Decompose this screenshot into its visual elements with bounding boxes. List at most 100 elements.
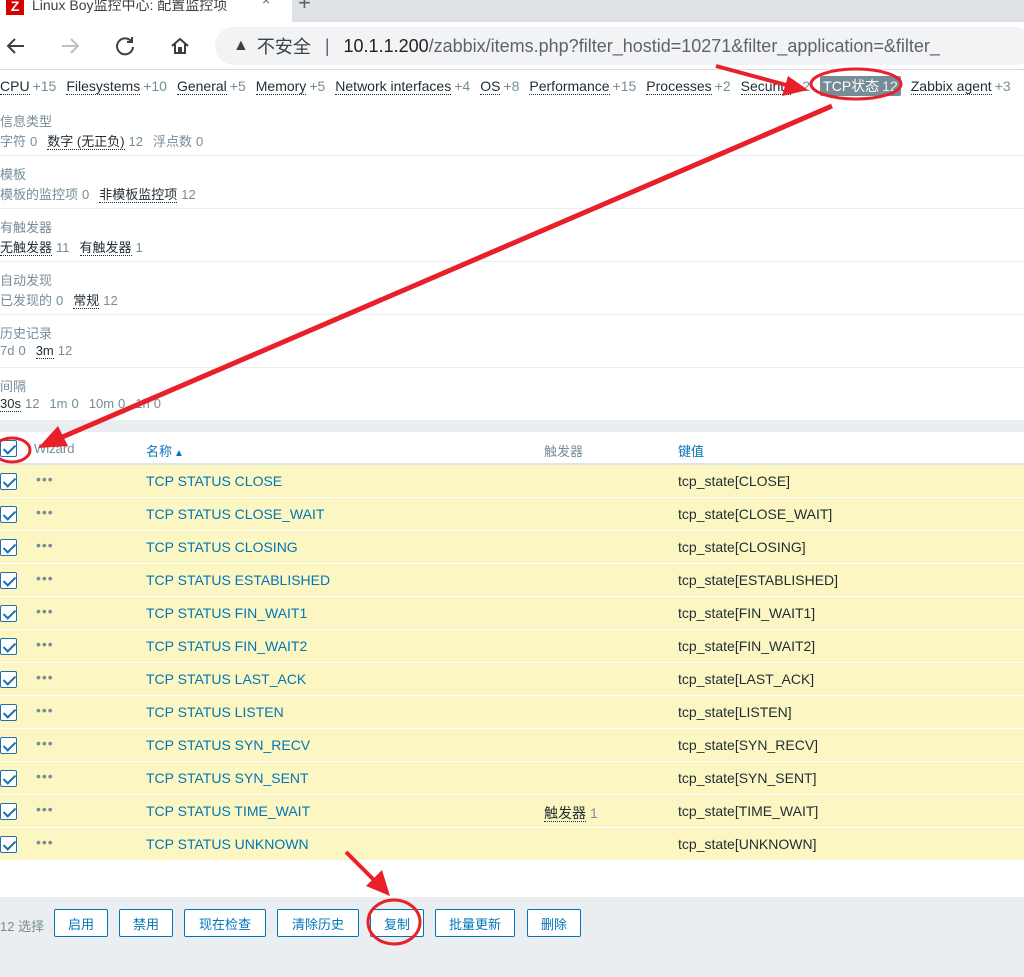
- header-name-sort[interactable]: 名称 ▲: [146, 441, 184, 460]
- filter-option[interactable]: 30s 12: [0, 396, 39, 412]
- filter-option[interactable]: 无触发器 11: [0, 237, 70, 256]
- filter-option[interactable]: 浮点数 0: [153, 131, 203, 150]
- item-name-link[interactable]: TCP STATUS CLOSING: [146, 539, 298, 555]
- trigger-link[interactable]: 触发器 1: [544, 803, 598, 823]
- row-checkbox[interactable]: [0, 539, 17, 556]
- tag-processes[interactable]: Processes +2: [646, 78, 731, 95]
- enable-button[interactable]: 启用: [54, 909, 108, 937]
- row-menu-icon[interactable]: •••: [36, 537, 54, 553]
- row-checkbox[interactable]: [0, 506, 17, 523]
- back-arrow-icon[interactable]: [2, 32, 30, 60]
- browser-tab[interactable]: Z Linux Boy监控中心: 配置监控项 ×: [0, 0, 292, 22]
- row-menu-icon[interactable]: •••: [36, 702, 54, 718]
- row-checkbox[interactable]: [0, 836, 17, 853]
- copy-button[interactable]: 复制: [370, 909, 424, 937]
- item-key: tcp_state[SYN_SENT]: [678, 770, 817, 786]
- tag-os[interactable]: OS +8: [480, 78, 519, 95]
- filter-option[interactable]: 模板的监控项 0: [0, 184, 89, 203]
- item-name-link[interactable]: TCP STATUS CLOSE: [146, 473, 282, 489]
- row-checkbox[interactable]: [0, 473, 17, 490]
- not-secure-label[interactable]: 不安全: [257, 33, 311, 59]
- row-checkbox[interactable]: [0, 803, 17, 820]
- filter-group-has-triggers: 有触发器 无触发器 11 有触发器 1: [0, 209, 1024, 262]
- row-menu-icon[interactable]: •••: [36, 471, 54, 487]
- item-name-link[interactable]: TCP STATUS SYN_RECV: [146, 737, 310, 753]
- tag-tcp-status[interactable]: TCP状态 12: [820, 76, 901, 96]
- filter-option[interactable]: 3m 12: [35, 343, 72, 359]
- item-name-link[interactable]: TCP STATUS UNKNOWN: [146, 836, 309, 852]
- row-menu-icon[interactable]: •••: [36, 834, 54, 850]
- select-all-checkbox[interactable]: [0, 440, 17, 457]
- check-now-button[interactable]: 现在检查: [184, 909, 266, 937]
- tag-security[interactable]: Security +2: [740, 78, 810, 95]
- tag-zabbix-agent[interactable]: Zabbix agent +3: [910, 78, 1011, 95]
- clear-history-button[interactable]: 清除历史: [277, 909, 359, 937]
- url-separator: |: [324, 35, 330, 56]
- tag-network-interfaces[interactable]: Network interfaces +4: [335, 78, 470, 95]
- tab-close-icon[interactable]: ×: [262, 0, 270, 8]
- item-name-link[interactable]: TCP STATUS SYN_SENT: [146, 770, 309, 786]
- table-row: ••• TCP STATUS UNKNOWN tcp_state[UNKNOWN…: [0, 828, 1024, 861]
- filter-group-info-type: 信息类型 字符 0 数字 (无正负) 12 浮点数 0: [0, 103, 1024, 156]
- row-checkbox[interactable]: [0, 737, 17, 754]
- row-checkbox[interactable]: [0, 605, 17, 622]
- home-icon[interactable]: [166, 32, 194, 60]
- filter-option[interactable]: 非模板监控项 12: [99, 184, 196, 203]
- tag-cpu[interactable]: CPU +15: [0, 78, 56, 95]
- row-menu-icon[interactable]: •••: [36, 801, 54, 817]
- application-tag-filter: CPU +15 Filesystems +10 General +5 Memory +5…: [0, 73, 1024, 99]
- disable-button[interactable]: 禁用: [119, 909, 173, 937]
- item-name-link[interactable]: TCP STATUS TIME_WAIT: [146, 803, 310, 819]
- mass-update-button[interactable]: 批量更新: [435, 909, 515, 937]
- annotation-arrowhead-copy: [366, 870, 390, 896]
- item-key: tcp_state[LISTEN]: [678, 704, 792, 720]
- row-checkbox[interactable]: [0, 671, 17, 688]
- reload-icon[interactable]: [111, 32, 139, 60]
- row-menu-icon[interactable]: •••: [36, 504, 54, 520]
- table-row: ••• TCP STATUS TIME_WAIT 触发器 1 tcp_state[…: [0, 795, 1024, 828]
- item-name-link[interactable]: TCP STATUS FIN_WAIT1: [146, 605, 307, 621]
- forward-arrow-icon[interactable]: [56, 32, 84, 60]
- item-name-link[interactable]: TCP STATUS LISTEN: [146, 704, 284, 720]
- row-checkbox[interactable]: [0, 704, 17, 721]
- item-key: tcp_state[CLOSE_WAIT]: [678, 506, 833, 522]
- row-checkbox[interactable]: [0, 638, 17, 655]
- table-row: ••• TCP STATUS LISTEN tcp_state[LISTEN]: [0, 696, 1024, 729]
- header-triggers: 触发器: [544, 444, 584, 459]
- row-menu-icon[interactable]: •••: [36, 636, 54, 652]
- filter-option[interactable]: 常规 12: [73, 290, 118, 309]
- tag-memory[interactable]: Memory +5: [255, 78, 325, 95]
- row-menu-icon[interactable]: •••: [36, 570, 54, 586]
- item-name-link[interactable]: TCP STATUS CLOSE_WAIT: [146, 506, 324, 522]
- row-menu-icon[interactable]: •••: [36, 603, 54, 619]
- tag-general[interactable]: General +5: [176, 78, 246, 95]
- header-key-sort[interactable]: 键值: [678, 441, 704, 460]
- tag-performance[interactable]: Performance +15: [529, 78, 636, 95]
- item-name-link[interactable]: TCP STATUS FIN_WAIT2: [146, 638, 307, 654]
- filter-option[interactable]: 已发现的 0: [0, 290, 63, 309]
- filter-group-title: 模板: [0, 167, 27, 182]
- row-menu-icon[interactable]: •••: [36, 735, 54, 751]
- filter-option[interactable]: 7d 0: [0, 343, 26, 358]
- filter-group-template: 模板 模板的监控项 0 非模板监控项 12: [0, 156, 1024, 209]
- tag-filesystems[interactable]: Filesystems +10: [66, 78, 167, 95]
- filter-option[interactable]: 字符 0: [0, 131, 37, 150]
- row-menu-icon[interactable]: •••: [36, 768, 54, 784]
- row-menu-icon[interactable]: •••: [36, 669, 54, 685]
- row-checkbox[interactable]: [0, 572, 17, 589]
- item-key: tcp_state[CLOSE]: [678, 473, 791, 489]
- filter-option[interactable]: 数字 (无正负) 12: [47, 131, 143, 150]
- item-key: tcp_state[TIME_WAIT]: [678, 803, 819, 819]
- filter-option[interactable]: 1h 0: [135, 396, 161, 411]
- item-name-link[interactable]: TCP STATUS LAST_ACK: [146, 671, 306, 687]
- item-name-link[interactable]: TCP STATUS ESTABLISHED: [146, 572, 330, 588]
- new-tab-icon[interactable]: +: [298, 0, 311, 16]
- filter-option[interactable]: 10m 0: [89, 396, 126, 411]
- filter-option[interactable]: 有触发器 1: [79, 237, 143, 256]
- filter-option[interactable]: 1m 0: [49, 396, 78, 411]
- browser-tabstrip: Z Linux Boy监控中心: 配置监控项 × +: [0, 0, 1024, 22]
- address-bar[interactable]: ▲ 不安全 | 10.1.1.200 /zabbix/items.php?fil…: [215, 27, 1024, 65]
- delete-button[interactable]: 删除: [527, 909, 581, 937]
- row-checkbox[interactable]: [0, 770, 17, 787]
- table-row: ••• TCP STATUS LAST_ACK tcp_state[LAST_A…: [0, 663, 1024, 696]
